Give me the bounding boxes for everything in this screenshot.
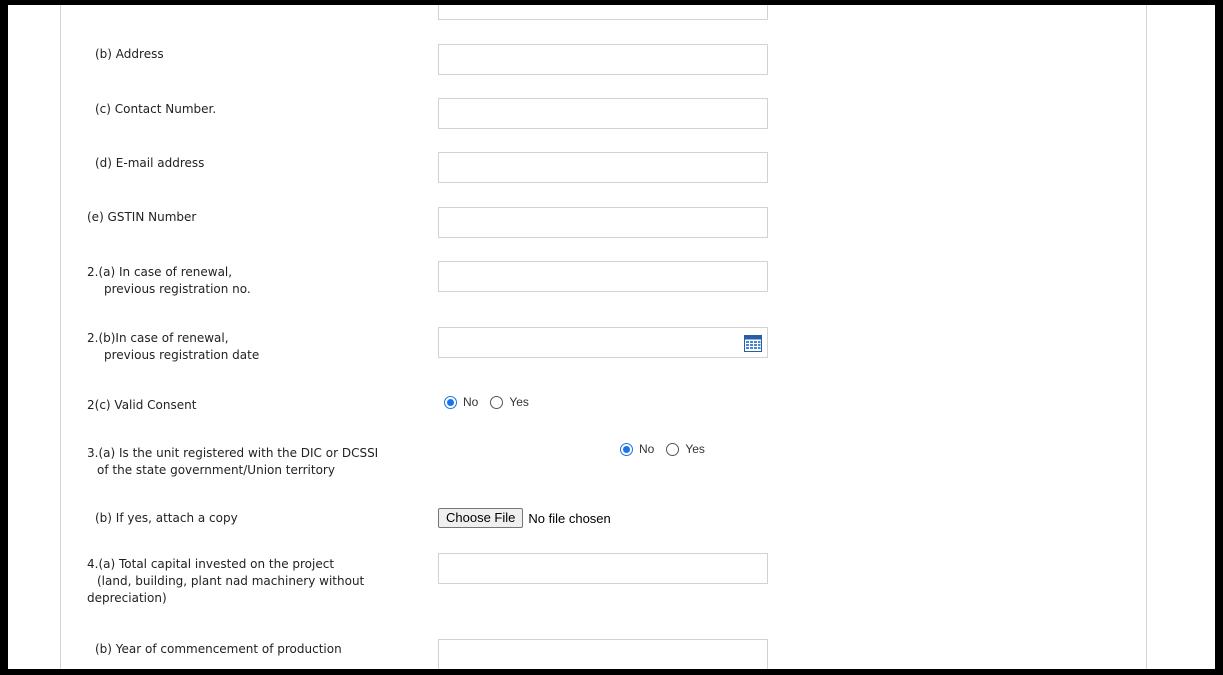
renewal-date-field[interactable]: [438, 327, 768, 358]
email-field[interactable]: [438, 152, 768, 183]
valid-consent-radio-group: No Yes: [444, 395, 541, 409]
choose-file-button[interactable]: Choose File: [438, 508, 524, 528]
dic-no-radio[interactable]: [620, 442, 633, 456]
address-label: (b) Address: [95, 47, 164, 61]
dic-yes-label: Yes: [685, 442, 705, 456]
name-field[interactable]: [438, 5, 768, 20]
contact-number-label: (c) Contact Number.: [95, 102, 217, 116]
file-upload: Choose File No file chosen: [438, 508, 611, 528]
capital-label: 4.(a) Total capital invested on the proj…: [87, 557, 335, 571]
dic-label: 3.(a) Is the unit registered with the DI…: [87, 446, 379, 460]
year-field[interactable]: [438, 639, 768, 669]
calendar-icon[interactable]: [744, 334, 762, 352]
attach-copy-label: (b) If yes, attach a copy: [95, 511, 238, 525]
left-divider: [60, 5, 61, 669]
renewal-no-label: 2.(a) In case of renewal,: [87, 265, 233, 279]
valid-consent-label: 2(c) Valid Consent: [87, 398, 197, 412]
renewal-date-label-line2: previous registration date: [104, 348, 260, 362]
renewal-no-label-line2: previous registration no.: [104, 282, 251, 296]
email-label: (d) E-mail address: [95, 156, 205, 170]
valid-consent-yes-radio[interactable]: [490, 395, 504, 409]
address-field[interactable]: [438, 44, 768, 75]
renewal-date-label: 2.(b)In case of renewal,: [87, 331, 229, 345]
dic-yes-radio[interactable]: [666, 442, 680, 456]
no-file-text: No file chosen: [528, 510, 611, 526]
capital-field[interactable]: [438, 553, 768, 584]
right-divider: [1146, 5, 1147, 669]
year-label: (b) Year of commencement of production: [95, 642, 342, 656]
dic-radio-group: No Yes: [620, 442, 717, 456]
valid-consent-no-label: No: [463, 395, 479, 409]
dic-label-line2: of the state government/Union territory: [97, 463, 335, 477]
valid-consent-no-radio[interactable]: [444, 395, 457, 409]
gstin-label: (e) GSTIN Number: [87, 210, 197, 224]
capital-label-line3: depreciation): [87, 591, 167, 605]
valid-consent-yes-label: Yes: [509, 395, 529, 409]
renewal-no-field[interactable]: [438, 261, 768, 292]
dic-no-label: No: [639, 442, 655, 456]
contact-number-field[interactable]: [438, 98, 768, 129]
gstin-field[interactable]: [438, 207, 768, 238]
form-page: (b) Address (c) Contact Number. (d) E-ma…: [8, 5, 1215, 669]
capital-label-line2: (land, building, plant nad machinery wit…: [97, 574, 365, 588]
